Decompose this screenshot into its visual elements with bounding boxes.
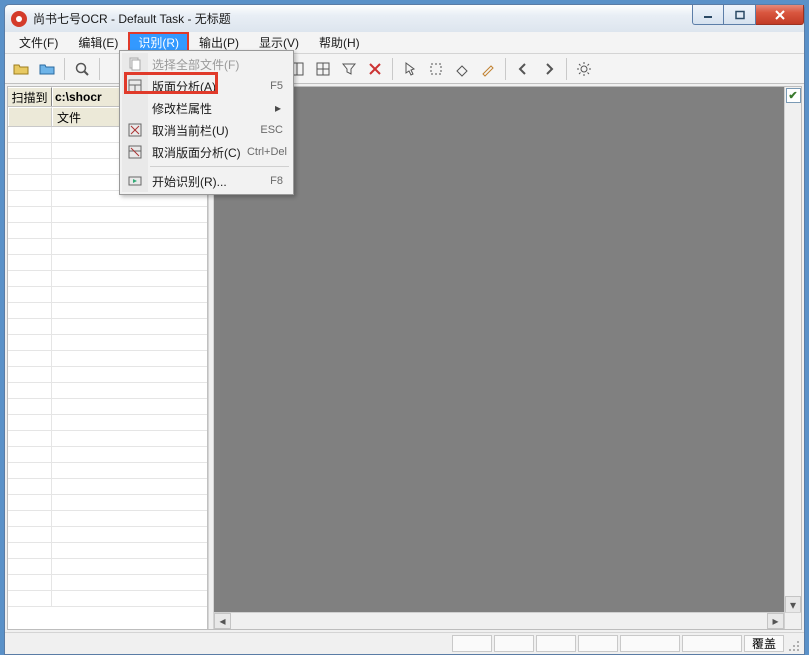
- recognize-dropdown: 选择全部文件(F) 版面分析(A) F5 修改栏属性 ▸ 取消当前栏(U) ES…: [119, 50, 294, 195]
- dd-label: 取消版面分析(C): [152, 144, 241, 161]
- menu-file[interactable]: 文件(F): [9, 32, 68, 53]
- window-controls: [692, 5, 804, 25]
- dd-cancel-current-column[interactable]: 取消当前栏(U) ESC: [122, 119, 291, 141]
- image-view-pane: ✔ ▾ ◂ ▸: [214, 87, 801, 629]
- toolbar-separator: [64, 58, 65, 80]
- statusbar: 覆盖: [5, 632, 804, 654]
- filter-icon[interactable]: [337, 57, 361, 81]
- dd-select-all-files[interactable]: 选择全部文件(F): [122, 53, 291, 75]
- arrow-right-icon[interactable]: [537, 57, 561, 81]
- dd-shortcut: F5: [270, 80, 283, 92]
- toolbar-separator: [505, 58, 506, 80]
- cancel-all-icon: [127, 144, 143, 160]
- vertical-scrollbar[interactable]: ✔ ▾: [784, 87, 801, 613]
- run-icon: [127, 173, 143, 189]
- arrow-left-icon[interactable]: [511, 57, 535, 81]
- eraser-icon[interactable]: [450, 57, 474, 81]
- dd-layout-analysis[interactable]: 版面分析(A) F5: [122, 75, 291, 97]
- toolbar-separator: [99, 58, 100, 80]
- horizontal-scrollbar[interactable]: ◂ ▸: [214, 612, 784, 629]
- pen-icon[interactable]: [476, 57, 500, 81]
- scroll-left-icon[interactable]: ◂: [214, 613, 231, 629]
- cancel-icon[interactable]: [363, 57, 387, 81]
- status-pane: [682, 635, 742, 652]
- layout-icon: [127, 78, 143, 94]
- overwrite-indicator: 覆盖: [744, 635, 784, 652]
- status-pane: [494, 635, 534, 652]
- dd-shortcut: F8: [270, 175, 283, 187]
- app-icon: [11, 11, 27, 27]
- table-icon[interactable]: [311, 57, 335, 81]
- select-rect-icon[interactable]: [424, 57, 448, 81]
- resize-grip[interactable]: [784, 633, 802, 654]
- window-title: 尚书七号OCR - Default Task - 无标题: [33, 10, 231, 27]
- file-icon-col[interactable]: [8, 107, 52, 126]
- dd-label: 选择全部文件(F): [152, 56, 239, 73]
- files-icon: [127, 56, 143, 72]
- checkbox-fit[interactable]: ✔: [786, 88, 801, 103]
- dd-separator: [150, 166, 289, 167]
- dd-label: 修改栏属性: [152, 100, 212, 117]
- scroll-right-icon[interactable]: ▸: [767, 613, 784, 629]
- cancel-icon: [127, 122, 143, 138]
- image-canvas[interactable]: [215, 88, 800, 628]
- dd-label: 版面分析(A): [152, 78, 216, 95]
- status-pane: [452, 635, 492, 652]
- dd-shortcut: ESC: [260, 124, 283, 136]
- status-pane: [620, 635, 680, 652]
- dd-cancel-layout-analysis[interactable]: 取消版面分析(C) Ctrl+Del: [122, 141, 291, 163]
- maximize-button[interactable]: [724, 5, 756, 25]
- scan-path-label: 扫描到: [8, 87, 52, 106]
- window-body: 文件(F) 编辑(E) 识别(R) 输出(P) 显示(V) 帮助(H): [4, 32, 805, 655]
- status-pane: [536, 635, 576, 652]
- open-file-icon[interactable]: [35, 57, 59, 81]
- dd-label: 取消当前栏(U): [152, 122, 229, 139]
- dd-start-recognize[interactable]: 开始识别(R)... F8: [122, 170, 291, 192]
- toolbar-separator: [392, 58, 393, 80]
- menu-help[interactable]: 帮助(H): [309, 32, 370, 53]
- pointer-icon[interactable]: [398, 57, 422, 81]
- titlebar: 尚书七号OCR - Default Task - 无标题: [4, 4, 805, 32]
- scroll-corner: [784, 612, 801, 629]
- minimize-button[interactable]: [692, 5, 724, 25]
- status-pane: [578, 635, 618, 652]
- gear-icon[interactable]: [572, 57, 596, 81]
- zoom-icon[interactable]: [70, 57, 94, 81]
- close-button[interactable]: [756, 5, 804, 25]
- dd-modify-column-props[interactable]: 修改栏属性 ▸: [122, 97, 291, 119]
- chevron-right-icon: ▸: [275, 101, 281, 115]
- dd-shortcut: Ctrl+Del: [247, 146, 287, 158]
- open-folder-icon[interactable]: [9, 57, 33, 81]
- toolbar-separator: [566, 58, 567, 80]
- dd-label: 开始识别(R)...: [152, 173, 227, 190]
- file-list-body[interactable]: [8, 127, 207, 629]
- scroll-down-icon[interactable]: ▾: [785, 596, 801, 613]
